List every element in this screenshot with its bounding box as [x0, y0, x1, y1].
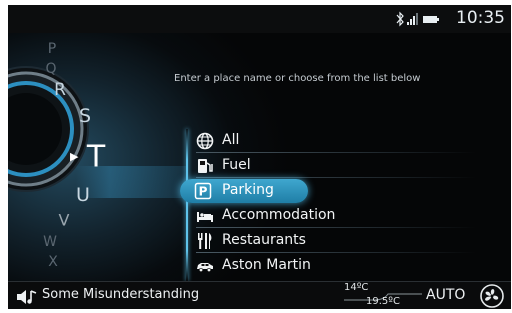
category-label: Accommodation	[222, 207, 336, 223]
fuel-pump-icon	[198, 159, 213, 173]
battery-icon	[423, 16, 439, 23]
climate-auto-button[interactable]: AUTO	[426, 287, 465, 303]
letter-dial[interactable]	[8, 33, 208, 281]
category-item-restaurants[interactable]: Restaurants	[188, 229, 506, 253]
status-bar: 10:35	[8, 5, 511, 33]
divider	[196, 227, 476, 228]
category-label: Fuel	[222, 157, 251, 173]
category-label: Aston Martin	[222, 257, 311, 273]
dial-letter-w[interactable]: W	[43, 234, 57, 250]
category-item-all[interactable]: All	[188, 129, 506, 153]
divider	[196, 177, 476, 178]
parking-icon: P	[194, 182, 212, 200]
bluetooth-icon	[396, 11, 404, 27]
music-note-icon[interactable]	[16, 288, 38, 306]
category-label: Parking	[222, 182, 274, 198]
dial-letter-r[interactable]: R	[54, 80, 66, 100]
bed-icon	[197, 212, 213, 222]
divider	[196, 252, 476, 253]
category-label: Restaurants	[222, 232, 306, 248]
category-item-fuel[interactable]: Fuel	[188, 154, 506, 178]
bottom-bar: Some Misunderstanding 14ºC 19.5ºC AUTO	[8, 281, 511, 309]
destination-panel: P Q R S ▶ T U V W X Enter a place name o…	[8, 33, 511, 281]
globe-icon	[196, 132, 214, 150]
category-item-aston-martin[interactable]: Aston Martin	[188, 254, 506, 278]
cutlery-icon	[198, 233, 212, 249]
temperature-passenger[interactable]: 19.5ºC	[366, 296, 400, 307]
signal-icon	[407, 13, 418, 25]
dial-letter-x[interactable]: X	[48, 254, 58, 270]
dial-letter-s[interactable]: S	[79, 105, 91, 127]
dial-letter-q[interactable]: Q	[45, 61, 56, 77]
category-list: All Fuel P Parking Accommodation Restaur…	[180, 129, 506, 281]
status-icons	[396, 11, 439, 27]
category-item-parking[interactable]: P Parking	[180, 179, 308, 203]
infotainment-screen: 10:35 P Q R S ▶ T U V W X Enter a place …	[8, 5, 511, 309]
search-prompt: Enter a place name or choose from the li…	[174, 73, 421, 84]
dial-letter-u[interactable]: U	[76, 184, 90, 206]
divider	[196, 152, 476, 153]
car-icon	[197, 263, 213, 273]
fan-icon[interactable]	[478, 284, 506, 308]
category-item-accommodation[interactable]: Accommodation	[188, 204, 506, 228]
dial-letter-selected[interactable]: T	[87, 140, 105, 175]
category-label: All	[222, 132, 240, 148]
dial-letter-v[interactable]: V	[59, 211, 70, 230]
dial-letter-p[interactable]: P	[48, 41, 56, 57]
dial-pointer-icon: ▶	[70, 150, 79, 163]
svg-text:P: P	[199, 185, 208, 199]
clock-time: 10:35	[456, 8, 505, 28]
now-playing-track[interactable]: Some Misunderstanding	[42, 287, 199, 302]
